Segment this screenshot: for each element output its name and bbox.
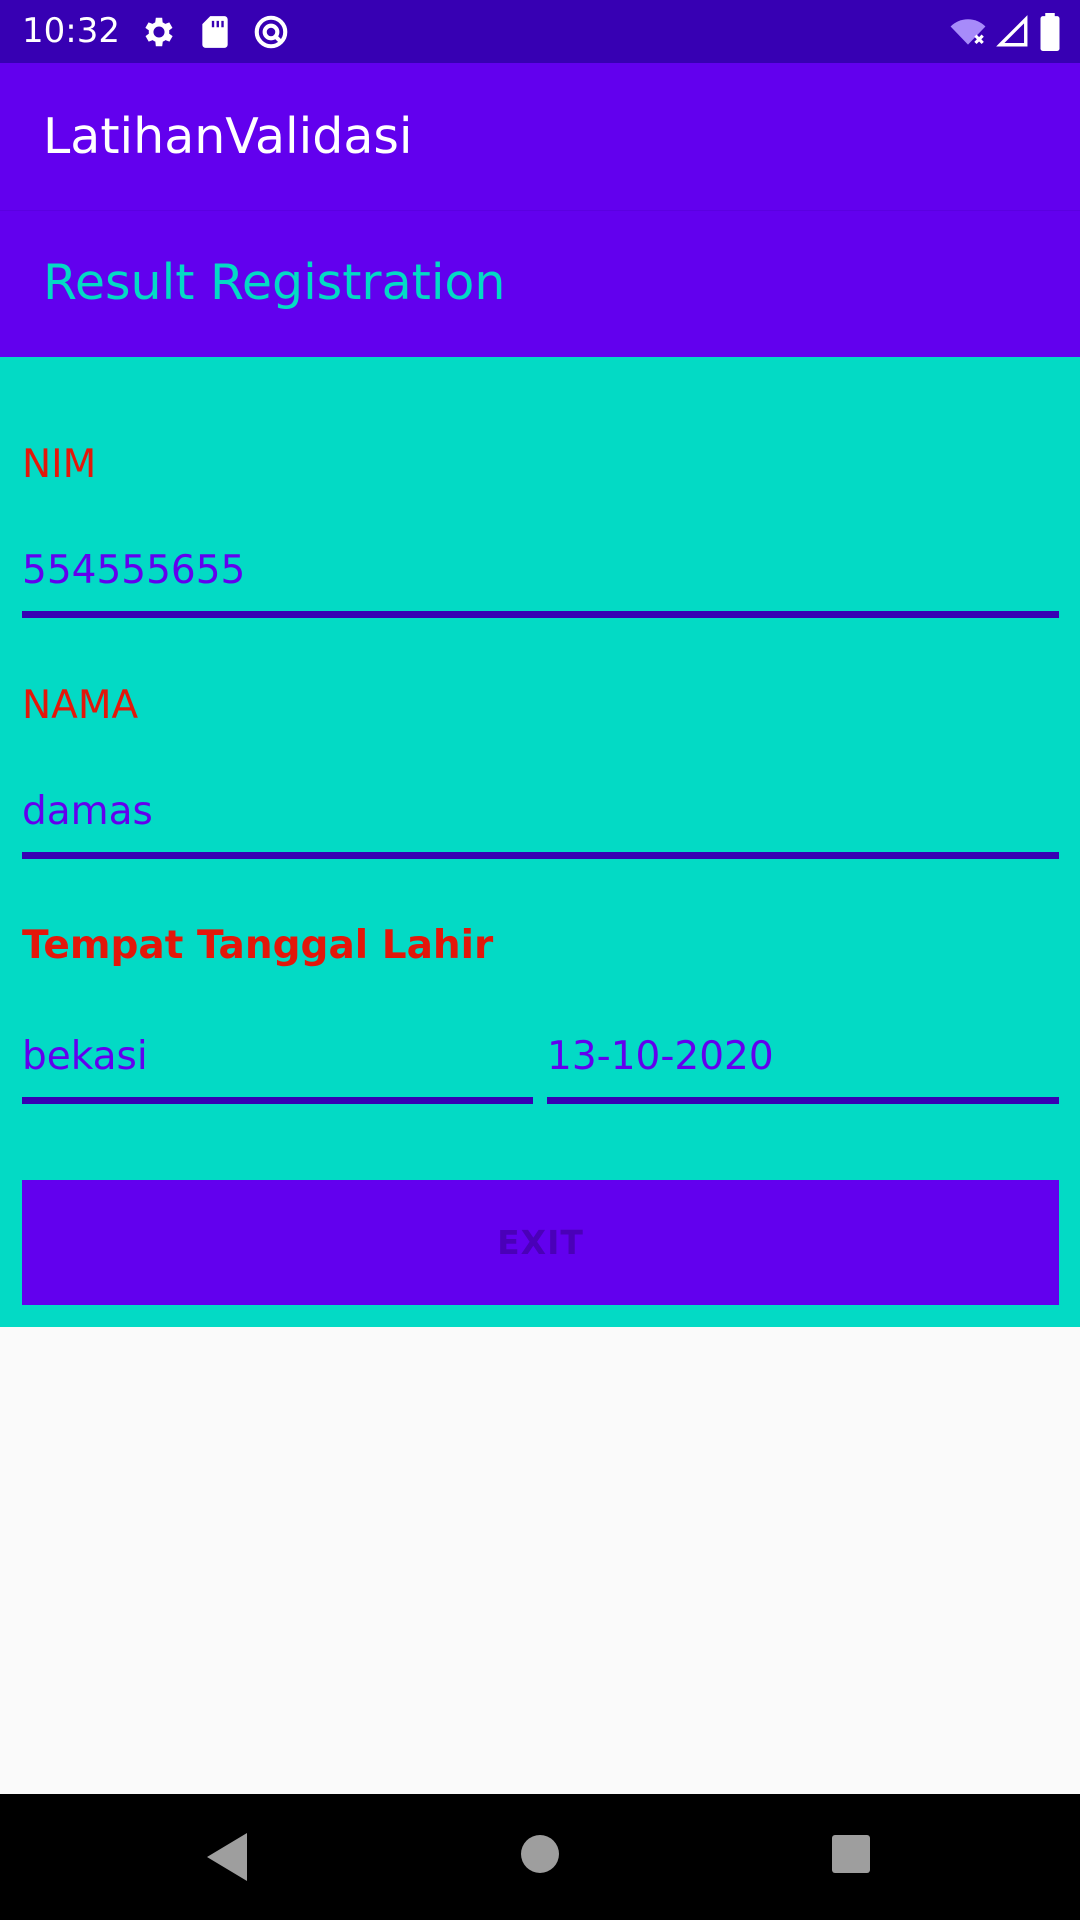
result-content: NIM 554555655 NAMA damas Tempat Tanggal … [0, 357, 1080, 1327]
nim-label: NIM [22, 442, 97, 487]
tanggal-field[interactable]: 13-10-2020 [547, 1033, 1059, 1104]
nama-label: NAMA [22, 683, 139, 728]
exit-button[interactable]: EXIT [22, 1180, 1059, 1305]
wifi-off-icon [950, 19, 986, 45]
result-title: Result Registration [43, 254, 506, 311]
sd-card-icon [202, 16, 228, 48]
home-icon[interactable] [520, 1834, 560, 1874]
gear-icon [145, 17, 173, 47]
status-left-icons [140, 13, 308, 51]
app-bar: LatihanValidasi [0, 63, 1080, 210]
result-header: Result Registration [0, 210, 1080, 357]
battery-icon [1040, 13, 1060, 51]
nav-bar [0, 1794, 1080, 1920]
status-time: 10:32 [22, 11, 120, 51]
no-disturb-icon [254, 15, 288, 49]
app-title: LatihanValidasi [43, 108, 413, 165]
signal-icon [996, 15, 1028, 47]
nama-field[interactable]: damas [22, 788, 1059, 859]
status-right-icons [940, 13, 1062, 51]
nim-field[interactable]: 554555655 [22, 547, 1059, 618]
tempat-field[interactable]: bekasi [22, 1033, 533, 1104]
nim-value: 554555655 [22, 548, 246, 593]
tanggal-value: 13-10-2020 [547, 1034, 774, 1079]
tempat-value: bekasi [22, 1034, 148, 1079]
recents-icon[interactable] [831, 1834, 871, 1874]
status-bar: 10:32 [0, 0, 1080, 63]
nama-value: damas [22, 789, 153, 834]
back-icon[interactable] [203, 1831, 251, 1883]
ttl-label: Tempat Tanggal Lahir [22, 923, 494, 968]
